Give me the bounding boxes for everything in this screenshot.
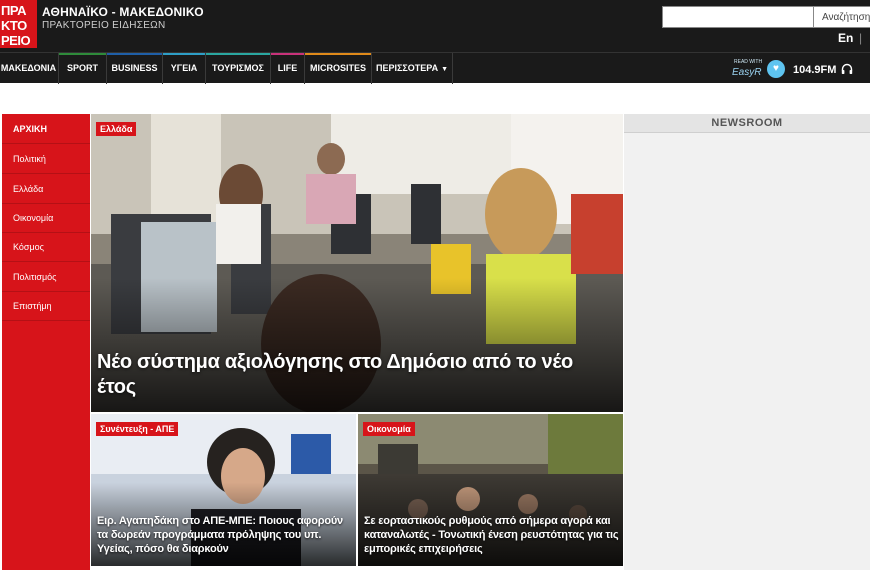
category-item-science[interactable]: Επιστήμη	[2, 291, 90, 321]
nav-item-ygeia[interactable]: ΥΓΕΙΑ	[163, 53, 205, 84]
site-logo[interactable]: ΠΡΑ ΚΤΟ ΡΕΙΟ	[0, 0, 37, 48]
category-menu: ΑΡΧΙΚΗ Πολιτική Ελλάδα Οικονομία Κόσμος …	[2, 114, 90, 570]
logo-line: ΚΤΟ	[1, 18, 27, 33]
category-item-home[interactable]: ΑΡΧΙΚΗ	[2, 114, 90, 144]
nav-item-life[interactable]: LIFE	[271, 53, 304, 84]
language-switch-en[interactable]: En	[838, 31, 853, 45]
nav-accent-line	[163, 53, 205, 55]
article-card[interactable]: Συνέντευξη - ΑΠΕ Ειρ. Αγαπηδάκη στο ΑΠΕ-…	[91, 414, 356, 566]
newsroom-panel: NEWSROOM	[624, 114, 870, 570]
nav-item-label: ΤΟΥΡΙΣΜΟΣ	[212, 63, 264, 73]
heart-icon[interactable]: ♥	[767, 60, 785, 78]
nav-item-label: LIFE	[277, 63, 298, 73]
easyr-caption: READ WITH	[734, 59, 763, 65]
article-card[interactable]: Οικονομία Σε εορταστικούς ρυθμούς από σή…	[358, 414, 623, 566]
nav-item-label: SPORT	[66, 63, 98, 73]
nav-item-label: BUSINESS	[111, 63, 158, 73]
brand-subtitle: ΠΡΑΚΤΟΡΕΙΟ ΕΙΔΗΣΕΩΝ	[42, 20, 166, 31]
brand-title: ΑΘΗΝΑΪΚΟ - ΜΑΚΕΔΟΝΙΚΟ	[42, 5, 204, 19]
nav-accent-line	[0, 53, 57, 55]
search-button[interactable]: Αναζήτηση	[814, 6, 870, 28]
nav-item-label: MICROSITES	[309, 63, 366, 73]
nav-divider	[452, 53, 453, 84]
headphones-icon[interactable]	[841, 63, 853, 78]
hero-headline[interactable]: Νέο σύστημα αξιολόγησης στο Δημόσιο από …	[97, 350, 617, 400]
nav-item-perissotera[interactable]: ΠΕΡΙΣΣΟΤΕΡΑ ▼	[372, 53, 452, 84]
top-header: ΠΡΑ ΚΤΟ ΡΕΙΟ ΑΘΗΝΑΪΚΟ - ΜΑΚΕΔΟΝΙΚΟ ΠΡΑΚΤ…	[0, 0, 870, 52]
category-tag[interactable]: Ελλάδα	[96, 122, 137, 136]
nav-item-tourismos[interactable]: ΤΟΥΡΙΣΜΟΣ	[206, 53, 270, 84]
category-item-politics[interactable]: Πολιτική	[2, 144, 90, 174]
nav-accent-line	[107, 53, 162, 55]
nav-item-sport[interactable]: SPORT	[59, 53, 106, 84]
nav-accent-line	[271, 53, 304, 55]
logo-line: ΠΡΑ	[1, 3, 26, 18]
nav-accent-line	[305, 53, 371, 55]
hero-article[interactable]: Ελλάδα Νέο σύστημα αξιολόγησης στο Δημόσ…	[91, 114, 623, 412]
article-headline[interactable]: Σε εορταστικούς ρυθμούς από σήμερα αγορά…	[364, 514, 619, 556]
category-tag[interactable]: Συνέντευξη - ΑΠΕ	[96, 422, 179, 436]
nav-item-business[interactable]: BUSINESS	[107, 53, 162, 84]
search-input[interactable]	[662, 6, 814, 28]
easyr-wordmark: EasyR	[732, 67, 762, 78]
nav-item-label: ΥΓΕΙΑ	[170, 63, 198, 73]
nav-item-label: ΜΑΚΕΔΟΝΙΑ	[0, 63, 57, 73]
caret-down-icon: ▼	[441, 66, 449, 73]
nav-accent-line	[59, 53, 106, 55]
nav-accent-line	[206, 53, 270, 55]
category-tag[interactable]: Οικονομία	[363, 422, 415, 436]
nav-item-makedonia[interactable]: ΜΑΚΕΔΟΝΙΑ	[0, 53, 57, 84]
language-separator: |	[859, 31, 863, 45]
category-item-economy[interactable]: Οικονομία	[2, 203, 90, 233]
nav-item-label: ΠΕΡΙΣΣΟΤΕΡΑ	[375, 63, 439, 73]
category-item-culture[interactable]: Πολιτισμός	[2, 262, 90, 292]
newsroom-title: NEWSROOM	[624, 114, 870, 133]
category-item-world[interactable]: Κόσμος	[2, 232, 90, 262]
brand-block[interactable]: ΑΘΗΝΑΪΚΟ - ΜΑΚΕΔΟΝΙΚΟ ΠΡΑΚΤΟΡΕΙΟ ΕΙΔΗΣΕΩ…	[42, 5, 204, 31]
logo-line: ΡΕΙΟ	[1, 33, 31, 48]
category-item-greece[interactable]: Ελλάδα	[2, 174, 90, 204]
nav-item-microsites[interactable]: MICROSITES	[305, 53, 371, 84]
radio-link[interactable]: 104.9FM	[793, 64, 836, 76]
article-headline[interactable]: Ειρ. Αγαπηδάκη στο ΑΠΕ-ΜΠΕ: Ποιους αφορο…	[97, 514, 352, 556]
